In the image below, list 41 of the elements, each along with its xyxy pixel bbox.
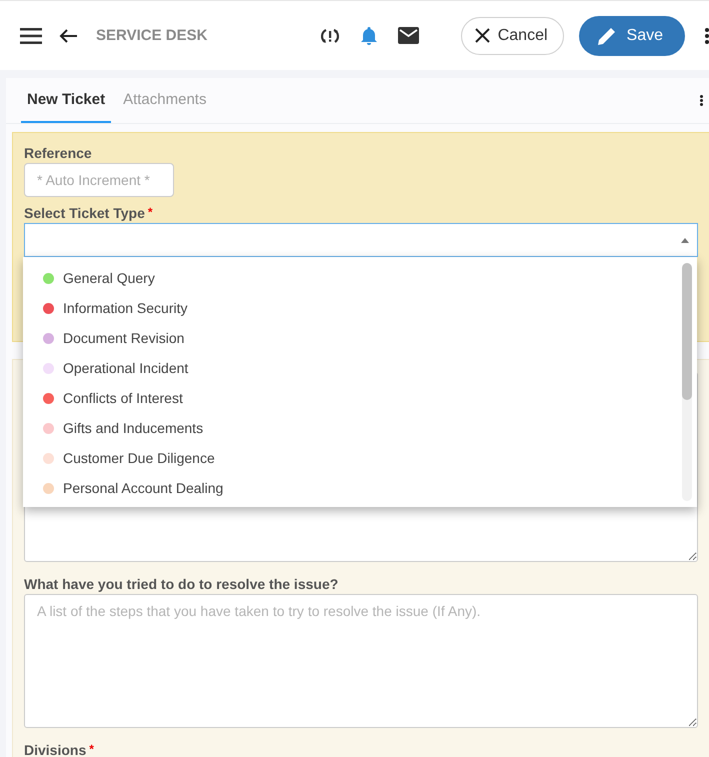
close-icon xyxy=(474,28,490,43)
caret-icon xyxy=(681,238,689,242)
dropdown-option[interactable]: Information Security xyxy=(23,293,697,323)
option-label: General Query xyxy=(63,270,155,286)
dropdown-option[interactable]: General Query xyxy=(23,263,697,293)
mail-icon[interactable] xyxy=(398,27,420,44)
cancel-button[interactable]: Cancel xyxy=(460,16,564,54)
scrollbar-track[interactable] xyxy=(682,263,692,501)
field-label: Reference xyxy=(24,145,92,161)
dropdown-option[interactable]: Personal Account Dealing xyxy=(23,473,697,503)
field-label: What have you tried to do to resolve the issue? xyxy=(24,576,338,592)
dropdown-option[interactable]: Conflicts of Interest xyxy=(23,383,697,413)
back-arrow-icon[interactable] xyxy=(58,28,78,44)
sync-alert-icon[interactable] xyxy=(320,26,340,44)
ticket-type-select[interactable] xyxy=(24,223,698,257)
scrollbar-thumb[interactable] xyxy=(682,263,692,400)
option-label: Operational Incident xyxy=(63,360,188,376)
reference-field[interactable]: * Auto Increment * xyxy=(24,163,174,197)
save-button[interactable]: Save xyxy=(578,16,685,56)
dropdown-option[interactable]: Gifts and Inducements xyxy=(23,413,697,443)
option-label: Personal Account Dealing xyxy=(63,480,224,496)
option-label: Document Revision xyxy=(63,330,184,346)
option-label: Conflicts of Interest xyxy=(63,390,183,406)
resolve-text-area[interactable]: A list of the steps that you have taken to try to resolve the issue (If Any). xyxy=(24,594,698,728)
more-icon[interactable] xyxy=(700,95,703,106)
more-icon[interactable] xyxy=(705,26,709,44)
required-mark: * xyxy=(148,205,153,221)
field-label: Select Ticket Type xyxy=(24,205,145,221)
dropdown-option[interactable]: Operational Incident xyxy=(23,353,697,383)
menu-icon[interactable] xyxy=(20,28,42,44)
tab[interactable]: New Ticket xyxy=(21,78,112,123)
option-label: Customer Due Diligence xyxy=(63,450,215,466)
option-label: Information Security xyxy=(63,300,188,316)
pencil-icon xyxy=(596,26,617,46)
option-label: Gifts and Inducements xyxy=(63,420,204,436)
dropdown-option[interactable]: Customer Due Diligence xyxy=(23,443,697,473)
app-title: SERVICE DESK xyxy=(96,27,208,44)
bell-icon[interactable] xyxy=(360,26,378,46)
dropdown-option[interactable]: Document Revision xyxy=(23,323,697,353)
required-mark: * xyxy=(89,742,94,757)
field-label: Divisions xyxy=(24,742,86,757)
